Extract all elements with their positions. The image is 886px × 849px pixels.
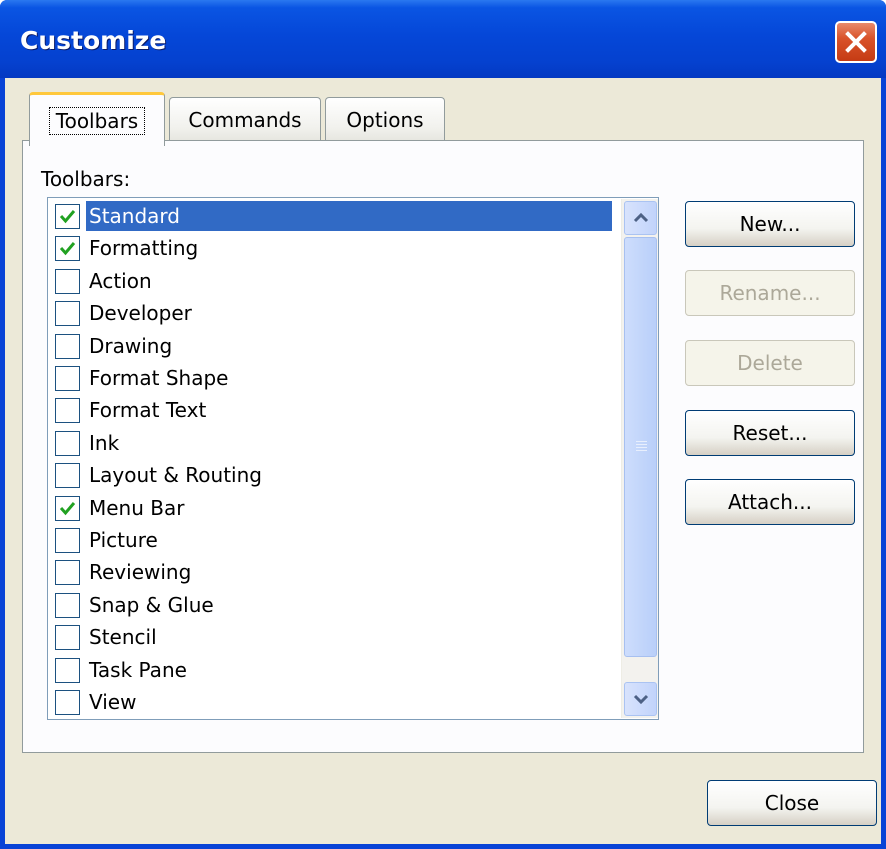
toolbar-checkbox[interactable]: [55, 430, 80, 456]
toolbar-list-item[interactable]: Developer: [49, 297, 617, 329]
attach-button-label: Attach...: [727, 490, 812, 514]
toolbar-item-label: Format Text: [89, 398, 207, 423]
toolbar-list-item[interactable]: Formatting: [49, 232, 617, 264]
toolbar-list-item[interactable]: View: [49, 686, 617, 718]
toolbar-checkbox[interactable]: [55, 268, 80, 294]
tab-commands[interactable]: Commands: [169, 97, 321, 141]
toolbar-item-label: Reviewing: [89, 560, 192, 585]
title-bar[interactable]: Customize: [0, 0, 886, 78]
toolbar-list-item[interactable]: Menu Bar: [49, 492, 617, 524]
customize-dialog: Customize Toolbars Commands Options Tool…: [0, 0, 886, 849]
scroll-up-button[interactable]: [624, 201, 657, 235]
toolbar-list-item[interactable]: Layout & Routing: [49, 459, 617, 491]
close-button-label: Close: [764, 791, 820, 815]
toolbar-list-item[interactable]: Stencil: [49, 621, 617, 653]
toolbar-item-label: Formatting: [89, 236, 199, 261]
reset-button-label: Reset...: [732, 421, 808, 445]
rename-button[interactable]: Rename...: [685, 270, 855, 316]
toolbar-checkbox[interactable]: [55, 366, 80, 391]
close-button[interactable]: Close: [707, 780, 877, 826]
checkmark-icon: [59, 242, 76, 256]
toolbar-item-label: Standard: [86, 201, 612, 231]
toolbar-checkbox[interactable]: [55, 236, 80, 262]
delete-button-label: Delete: [737, 351, 803, 375]
toolbar-list-item[interactable]: Standard: [49, 200, 617, 232]
attach-button[interactable]: Attach...: [685, 479, 855, 525]
toolbar-item-label: Action: [89, 268, 152, 293]
toolbar-item-label: Menu Bar: [89, 495, 185, 520]
toolbar-item-label: Picture: [89, 528, 158, 552]
toolbars-listbox[interactable]: View Task Pane Stencil Snap & Glue Reviewing…: [47, 197, 659, 720]
close-window-button[interactable]: [835, 21, 877, 63]
tab-options-label: Options: [346, 107, 424, 132]
scroll-down-button[interactable]: [624, 682, 657, 716]
toolbar-checkbox[interactable]: [55, 301, 80, 327]
toolbar-list-item[interactable]: Format Text: [49, 394, 617, 426]
checkmark-icon: [59, 210, 76, 224]
rename-button-label: Rename...: [719, 281, 821, 305]
toolbar-list-item[interactable]: Action: [49, 265, 617, 297]
toolbar-item-label: Ink: [89, 430, 120, 455]
toolbar-checkbox[interactable]: [55, 333, 80, 359]
toolbar-item-label: Snap & Glue: [89, 592, 214, 617]
list-scrollbar[interactable]: [621, 199, 658, 718]
toolbar-list-item[interactable]: Snap & Glue: [49, 589, 617, 621]
toolbar-list-item[interactable]: Picture: [49, 524, 617, 556]
toolbar-checkbox[interactable]: [55, 625, 80, 651]
tab-toolbars-label: Toolbars: [48, 106, 146, 135]
toolbar-item-label: Layout & Routing: [89, 463, 262, 488]
chevron-down-icon: [633, 694, 648, 705]
toolbar-checkbox[interactable]: [55, 528, 80, 553]
toolbar-list-item[interactable]: Ink: [49, 427, 617, 459]
checkmark-icon: [59, 501, 76, 515]
toolbar-checkbox[interactable]: [55, 495, 80, 521]
toolbars-list-label: Toolbars:: [41, 167, 131, 191]
toolbar-checkbox[interactable]: [55, 657, 80, 683]
toolbar-checkbox[interactable]: [55, 398, 80, 424]
new-button[interactable]: New...: [685, 201, 855, 247]
toolbar-checkbox[interactable]: [55, 592, 80, 618]
chevron-up-icon: [633, 212, 648, 223]
toolbar-item-label: Developer: [89, 301, 192, 326]
tab-commands-label: Commands: [188, 107, 302, 132]
toolbar-checkbox[interactable]: [55, 690, 80, 715]
toolbar-checkbox[interactable]: [55, 560, 80, 586]
delete-button[interactable]: Delete: [685, 340, 855, 386]
toolbar-list-item[interactable]: Reviewing: [49, 556, 617, 588]
tab-toolbars[interactable]: Toolbars: [29, 92, 165, 146]
toolbar-list-item[interactable]: Task Pane: [49, 654, 617, 686]
scroll-thumb[interactable]: [624, 237, 657, 657]
toolbar-checkbox[interactable]: [55, 204, 80, 229]
toolbar-item-label: Format Shape: [89, 366, 229, 390]
toolbar-item-label: View: [89, 690, 137, 714]
toolbar-list-item[interactable]: Format Shape: [49, 362, 617, 394]
toolbar-checkbox[interactable]: [55, 463, 80, 489]
toolbar-item-label: Drawing: [89, 333, 173, 358]
toolbar-list-item[interactable]: Drawing: [49, 330, 617, 362]
close-icon: [845, 31, 867, 53]
toolbar-item-label: Stencil: [89, 625, 157, 650]
tab-options[interactable]: Options: [325, 97, 445, 141]
new-button-label: New...: [739, 212, 801, 236]
reset-button[interactable]: Reset...: [685, 410, 855, 456]
window-title: Customize: [20, 26, 167, 55]
toolbar-item-label: Task Pane: [89, 657, 187, 682]
